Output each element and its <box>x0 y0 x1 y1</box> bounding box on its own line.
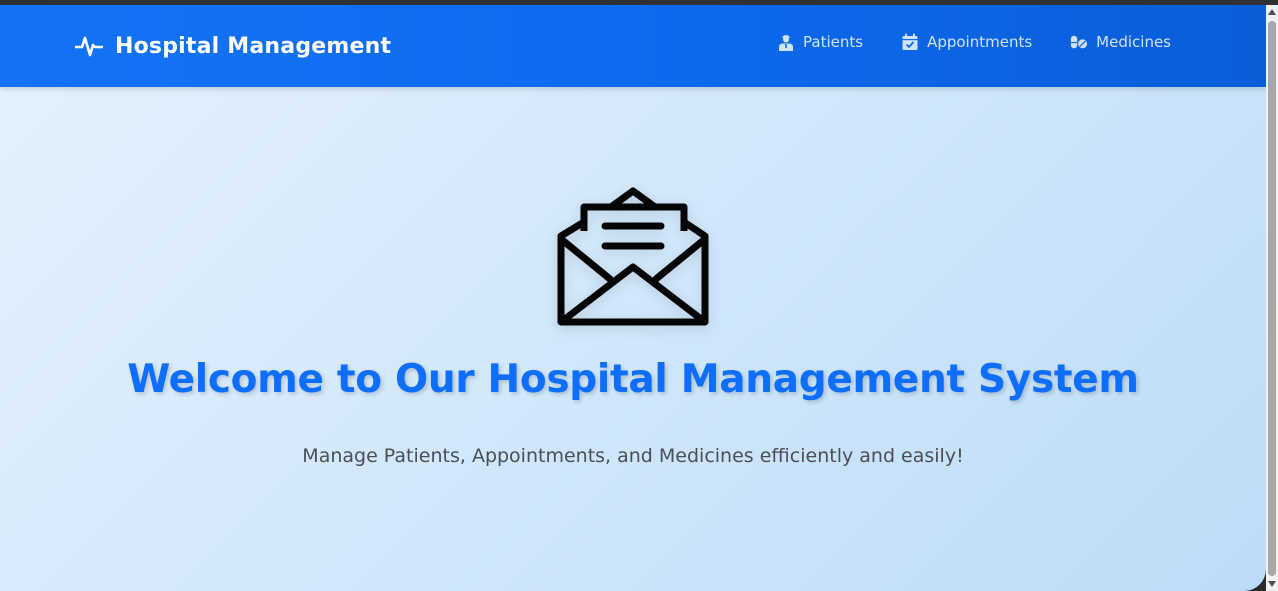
nav-item-medicines[interactable]: Medicines <box>1070 33 1171 51</box>
nav-item-appointments[interactable]: Appointments <box>901 33 1032 51</box>
navbar: Hospital Management Patients Appointment… <box>0 5 1266 87</box>
nav-label-medicines: Medicines <box>1096 33 1171 51</box>
calendar-check-icon <box>902 33 918 50</box>
hero-subtitle: Manage Patients, Appointments, and Medic… <box>302 445 964 467</box>
page: Hospital Management Patients Appointment… <box>0 5 1266 591</box>
brand-title: Hospital Management <box>115 33 392 59</box>
hero-title: Welcome to Our Hospital Management Syste… <box>127 357 1139 402</box>
brand-link[interactable]: Hospital Management <box>75 29 391 63</box>
nav-links: Patients Appointments Medicines <box>739 33 1171 51</box>
scroll-down-icon[interactable] <box>1268 581 1276 587</box>
heartbeat-icon <box>75 36 103 57</box>
doctor-icon <box>779 35 794 51</box>
scroll-thumb[interactable] <box>1268 21 1276 576</box>
vertical-scrollbar[interactable] <box>1266 5 1278 591</box>
nav-label-patients: Patients <box>803 33 864 51</box>
pills-icon <box>1071 35 1088 49</box>
nav-item-patients[interactable]: Patients <box>777 33 863 51</box>
nav-label-appointments: Appointments <box>927 33 1033 51</box>
scroll-up-icon[interactable] <box>1268 9 1276 15</box>
open-envelope-icon <box>557 187 709 326</box>
